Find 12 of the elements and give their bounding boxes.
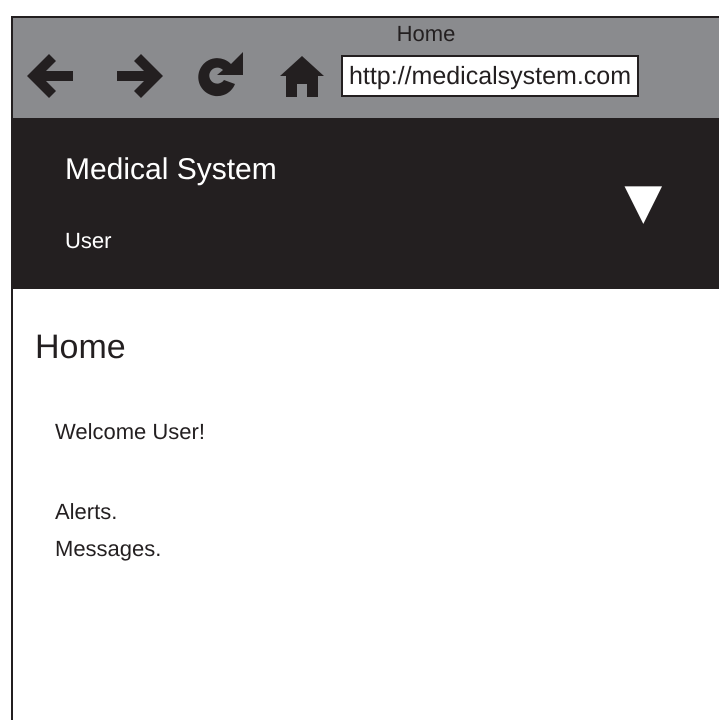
window-title: Home (396, 22, 456, 46)
back-icon[interactable] (25, 52, 75, 100)
welcome-text: Welcome User! (55, 419, 206, 445)
app-name: Medical System (65, 152, 277, 188)
forward-icon[interactable] (115, 52, 165, 100)
dropdown-toggle[interactable]: ▼ (612, 169, 675, 233)
home-icon[interactable] (279, 54, 325, 98)
content-line: Alerts. (55, 498, 118, 526)
page-heading: Home (35, 327, 127, 367)
url-field[interactable]: http://medicalsystem.com (341, 55, 640, 97)
user-name: User (65, 228, 112, 254)
content-line: Messages. (55, 535, 162, 563)
